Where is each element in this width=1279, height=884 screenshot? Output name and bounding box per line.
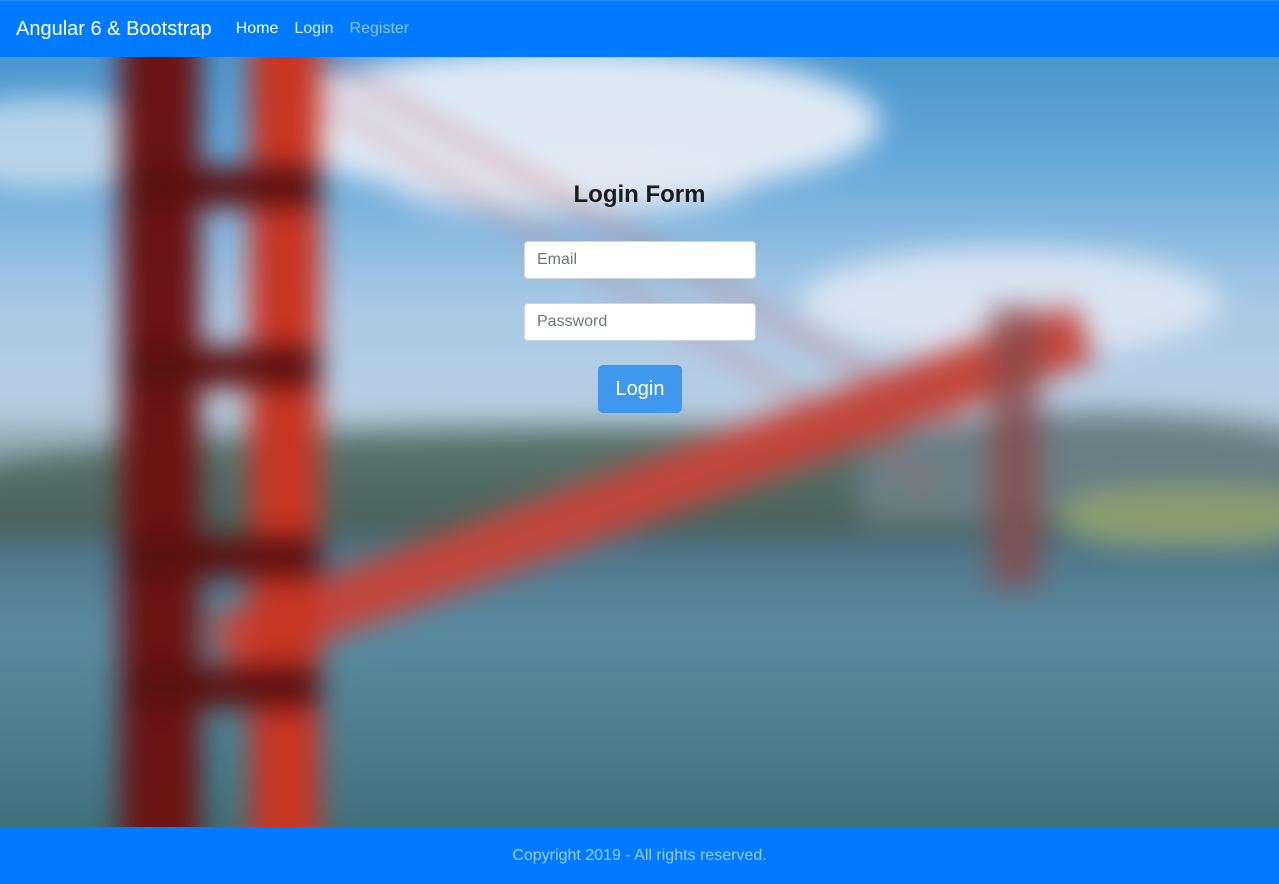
nav-link-home[interactable]: Home [236, 20, 279, 38]
navbar-brand[interactable]: Angular 6 & Bootstrap [16, 18, 212, 41]
nav-link-login[interactable]: Login [294, 20, 333, 38]
password-field[interactable] [524, 303, 756, 341]
nav-link-register[interactable]: Register [350, 20, 410, 38]
login-form: Login Form Login [0, 57, 1279, 827]
top-navbar: Angular 6 & Bootstrap Home Login Registe… [0, 0, 1279, 57]
nav-links: Home Login Register [236, 20, 425, 38]
email-field[interactable] [524, 241, 756, 279]
copyright-text: Copyright 2019 - All rights reserved. [512, 846, 767, 864]
footer: Copyright 2019 - All rights reserved. [0, 827, 1279, 884]
login-button[interactable]: Login [598, 365, 682, 413]
login-form-title: Login Form [573, 181, 706, 208]
